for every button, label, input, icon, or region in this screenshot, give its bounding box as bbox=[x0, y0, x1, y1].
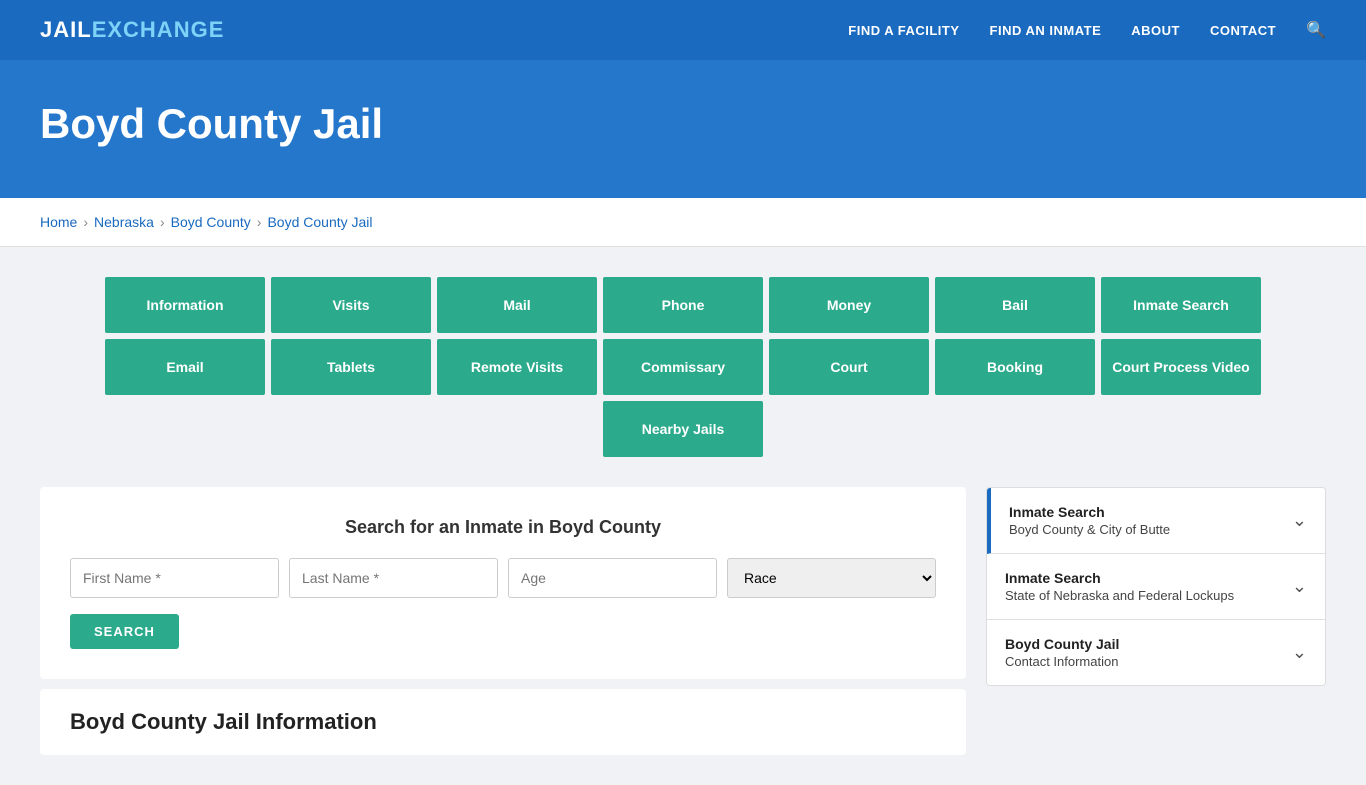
breadcrumb-separator: › bbox=[257, 214, 262, 230]
category-tile[interactable]: Nearby Jails bbox=[603, 401, 763, 457]
main-content: InformationVisitsMailPhoneMoneyBailInmat… bbox=[0, 247, 1366, 785]
breadcrumb-link[interactable]: Boyd County bbox=[171, 214, 251, 230]
sidebar-item-label: Inmate Search bbox=[1005, 570, 1234, 586]
category-tile[interactable]: Booking bbox=[935, 339, 1095, 395]
category-tiles: InformationVisitsMailPhoneMoneyBailInmat… bbox=[40, 277, 1326, 457]
inmate-search-box: Search for an Inmate in Boyd County Race… bbox=[40, 487, 966, 679]
search-title: Search for an Inmate in Boyd County bbox=[70, 517, 936, 538]
category-tile[interactable]: Bail bbox=[935, 277, 1095, 333]
category-tile[interactable]: Commissary bbox=[603, 339, 763, 395]
category-tile[interactable]: Court bbox=[769, 339, 929, 395]
main-nav: FIND A FACILITY FIND AN INMATE ABOUT CONTAC… bbox=[848, 20, 1326, 40]
search-fields: RaceWhiteBlackHispanicAsianOther bbox=[70, 558, 936, 598]
category-tile[interactable]: Court Process Video bbox=[1101, 339, 1261, 395]
category-tile[interactable]: Remote Visits bbox=[437, 339, 597, 395]
breadcrumb-link[interactable]: Home bbox=[40, 214, 77, 230]
breadcrumb: Home › Nebraska › Boyd County › Boyd County Ja… bbox=[0, 198, 1366, 247]
site-header: JAIL EXCHANGE FIND A FACILITY FIND AN INM… bbox=[0, 0, 1366, 60]
page-title: Boyd County Jail bbox=[40, 100, 1326, 148]
nav-link[interactable]: ABOUT bbox=[1131, 23, 1180, 38]
chevron-down-icon: ⌄ bbox=[1292, 642, 1307, 663]
sidebar-item-label: Boyd County Jail bbox=[1005, 636, 1119, 652]
category-tile[interactable]: Inmate Search bbox=[1101, 277, 1261, 333]
site-logo[interactable]: JAIL EXCHANGE bbox=[40, 17, 224, 43]
logo-exchange: EXCHANGE bbox=[92, 17, 225, 43]
sidebar-item[interactable]: Boyd County Jail Contact Information ⌄ bbox=[987, 620, 1325, 685]
section-heading-box: Boyd County Jail Information bbox=[40, 689, 966, 755]
category-tile[interactable]: Mail bbox=[437, 277, 597, 333]
sidebar-item-label: Inmate Search bbox=[1009, 504, 1170, 520]
section-heading-title: Boyd County Jail Information bbox=[70, 709, 936, 735]
nav-link[interactable]: FIND A FACILITY bbox=[848, 23, 959, 38]
sidebar-item[interactable]: Inmate Search Boyd County & City of Butte… bbox=[987, 488, 1325, 554]
breadcrumb-separator: › bbox=[83, 214, 88, 230]
nav-link[interactable]: CONTACT bbox=[1210, 23, 1276, 38]
category-tile[interactable]: Email bbox=[105, 339, 265, 395]
category-tile[interactable]: Visits bbox=[271, 277, 431, 333]
nav-link[interactable]: FIND AN INMATE bbox=[990, 23, 1102, 38]
race-select[interactable]: RaceWhiteBlackHispanicAsianOther bbox=[727, 558, 936, 598]
sidebar-item-sublabel: Boyd County & City of Butte bbox=[1009, 522, 1170, 537]
sidebar-item[interactable]: Inmate Search State of Nebraska and Feder… bbox=[987, 554, 1325, 620]
chevron-down-icon: ⌄ bbox=[1292, 510, 1307, 531]
category-tile[interactable]: Money bbox=[769, 277, 929, 333]
category-tile[interactable]: Tablets bbox=[271, 339, 431, 395]
search-button[interactable]: SEARCH bbox=[70, 614, 179, 649]
sidebar-item-sublabel: State of Nebraska and Federal Lockups bbox=[1005, 588, 1234, 603]
age-input[interactable] bbox=[508, 558, 717, 598]
breadcrumb-link[interactable]: Boyd County Jail bbox=[267, 214, 372, 230]
content-row: Search for an Inmate in Boyd County Race… bbox=[40, 487, 1326, 755]
category-tile[interactable]: Phone bbox=[603, 277, 763, 333]
first-name-input[interactable] bbox=[70, 558, 279, 598]
search-icon[interactable]: 🔍 bbox=[1306, 20, 1326, 40]
breadcrumb-link[interactable]: Nebraska bbox=[94, 214, 154, 230]
logo-jail: JAIL bbox=[40, 17, 92, 43]
hero-section: Boyd County Jail bbox=[0, 60, 1366, 198]
breadcrumb-separator: › bbox=[160, 214, 165, 230]
last-name-input[interactable] bbox=[289, 558, 498, 598]
category-tile[interactable]: Information bbox=[105, 277, 265, 333]
chevron-down-icon: ⌄ bbox=[1292, 576, 1307, 597]
sidebar: Inmate Search Boyd County & City of Butte… bbox=[986, 487, 1326, 686]
sidebar-item-sublabel: Contact Information bbox=[1005, 654, 1119, 669]
